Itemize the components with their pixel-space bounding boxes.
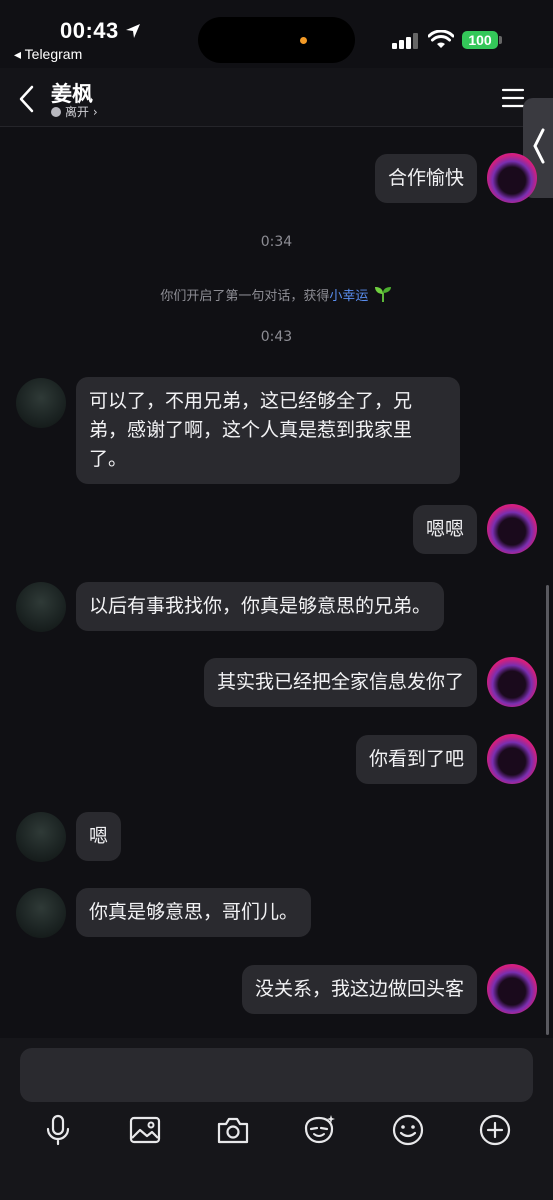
message-bubble-outgoing[interactable]: 嗯嗯 bbox=[412, 505, 477, 554]
sticker-icon[interactable] bbox=[302, 1112, 338, 1148]
message-bubble-incoming[interactable]: 嗯 bbox=[76, 812, 122, 861]
chat-scrollbar[interactable] bbox=[546, 585, 549, 1035]
message-bubble-outgoing[interactable]: 其实我已经把全家信息发你了 bbox=[203, 658, 477, 707]
timestamp: 0:43 bbox=[260, 329, 293, 345]
emoji-icon[interactable] bbox=[390, 1112, 426, 1148]
battery-indicator: 100 bbox=[462, 31, 498, 49]
avatar-self[interactable] bbox=[487, 964, 537, 1014]
camera-icon[interactable] bbox=[215, 1112, 251, 1148]
menu-icon[interactable] bbox=[501, 88, 525, 108]
mic-icon[interactable] bbox=[40, 1112, 76, 1148]
sprout-icon bbox=[374, 287, 391, 302]
message-bubble-incoming[interactable]: 以后有事我找你，你真是够意思的兄弟。 bbox=[76, 582, 445, 631]
system-message: 你们开启了第一句对话，获得小幸运 bbox=[0, 285, 553, 304]
presence-label: 离开 › bbox=[65, 105, 98, 119]
system-message-text: 你们开启了第一句对话，获得 bbox=[160, 289, 330, 304]
message-bubble-incoming[interactable]: 你真是够意思，哥们儿。 bbox=[76, 888, 312, 937]
timestamp: 0:34 bbox=[260, 234, 293, 250]
contact-status[interactable]: 离开 › bbox=[51, 103, 98, 120]
image-icon[interactable] bbox=[127, 1112, 163, 1148]
chevron-left-icon bbox=[533, 128, 545, 164]
plus-icon[interactable] bbox=[477, 1112, 513, 1148]
privacy-indicator bbox=[300, 37, 307, 44]
message-bubble-outgoing[interactable]: 合作愉快 bbox=[374, 154, 477, 203]
avatar-contact[interactable] bbox=[16, 888, 66, 938]
battery-tip bbox=[499, 36, 502, 44]
status-time: 00:43 bbox=[60, 18, 141, 44]
avatar-self[interactable] bbox=[487, 734, 537, 784]
presence-dot bbox=[51, 106, 61, 117]
avatar-self[interactable] bbox=[487, 153, 537, 203]
avatar-self[interactable] bbox=[487, 504, 537, 554]
message-input[interactable] bbox=[20, 1048, 533, 1102]
message-bubble-outgoing[interactable]: 你看到了吧 bbox=[355, 735, 477, 784]
location-arrow-icon bbox=[126, 24, 141, 38]
avatar-contact[interactable] bbox=[16, 378, 66, 428]
wifi-icon bbox=[428, 30, 454, 48]
back-chevron-icon[interactable] bbox=[16, 84, 36, 114]
message-bubble-outgoing[interactable]: 没关系，我这边做回头客 bbox=[241, 965, 477, 1014]
message-bubble-incoming[interactable]: 可以了，不用兄弟，这已经够全了，兄弟，感谢了啊，这个人真是惹到我家里了。 bbox=[76, 377, 460, 484]
avatar-contact[interactable] bbox=[16, 812, 66, 862]
avatar-contact[interactable] bbox=[16, 582, 66, 632]
lucky-link[interactable]: 小幸运 bbox=[329, 289, 368, 304]
back-to-telegram-link[interactable]: ◂ Telegram bbox=[14, 46, 82, 63]
signal-icon bbox=[392, 33, 418, 49]
dynamic-island bbox=[198, 17, 355, 63]
avatar-self[interactable] bbox=[487, 657, 537, 707]
